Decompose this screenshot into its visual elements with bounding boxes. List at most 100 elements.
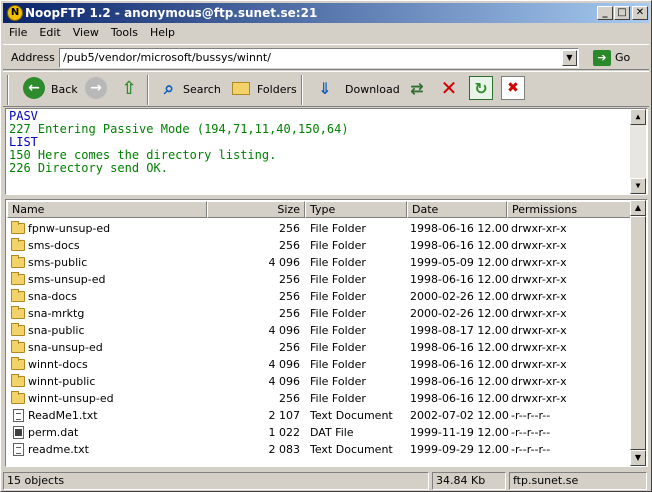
column-header-size[interactable]: Size bbox=[207, 201, 305, 218]
file-row[interactable]: sna-unsup-ed 256 File Folder 1998-06-16 12.… bbox=[7, 339, 631, 356]
file-row[interactable]: winnt-public 4 096 File Folder 1998-06-16 1… bbox=[7, 373, 631, 390]
file-date: 2002-07-02 12.00 bbox=[410, 409, 509, 422]
search-button[interactable]: Search bbox=[183, 76, 221, 104]
app-icon[interactable]: N bbox=[7, 5, 23, 21]
file-name: fpnw-unsup-ed bbox=[28, 222, 111, 235]
forward-arrow-icon[interactable]: → bbox=[85, 77, 107, 99]
list-scrollbar[interactable]: ▲ ▼ bbox=[630, 200, 646, 466]
folder-icon bbox=[11, 391, 25, 404]
file-size: 4 096 bbox=[268, 375, 301, 388]
file-permissions: drwxr-xr-x bbox=[511, 392, 567, 405]
file-permissions: drwxr-xr-x bbox=[511, 290, 567, 303]
column-header-type[interactable]: Type bbox=[305, 201, 407, 218]
folders-icon[interactable] bbox=[229, 76, 253, 100]
address-input[interactable]: /pub5/vendor/microsoft/bussys/winnt/ ▼ bbox=[59, 48, 579, 68]
file-name: sms-unsup-ed bbox=[28, 273, 106, 286]
back-button[interactable]: Back bbox=[51, 76, 78, 104]
file-name: sms-docs bbox=[28, 239, 80, 252]
file-permissions: drwxr-xr-x bbox=[511, 358, 567, 371]
download-button[interactable]: Download bbox=[345, 76, 400, 104]
folder-icon bbox=[11, 306, 25, 319]
file-row[interactable]: sna-mrktg 256 File Folder 2000-02-26 12.00 d… bbox=[7, 305, 631, 322]
file-row[interactable]: fpnw-unsup-ed 256 File Folder 1998-06-16 12… bbox=[7, 220, 631, 237]
delete-icon[interactable]: ✕ bbox=[437, 76, 461, 100]
menu-file[interactable]: File bbox=[3, 24, 33, 41]
menu-tools[interactable]: Tools bbox=[105, 24, 144, 41]
up-folder-icon[interactable]: ⇧ bbox=[117, 76, 141, 100]
file-type: File Folder bbox=[310, 307, 366, 320]
download-icon[interactable]: ⇓ bbox=[313, 76, 337, 100]
file-size: 256 bbox=[279, 290, 300, 303]
address-dropdown-icon[interactable]: ▼ bbox=[562, 50, 577, 66]
folder-icon bbox=[11, 221, 25, 234]
file-type: File Folder bbox=[310, 375, 366, 388]
file-type: File Folder bbox=[310, 290, 366, 303]
scroll-up-icon[interactable]: ▲ bbox=[630, 109, 646, 125]
file-size: 256 bbox=[279, 239, 300, 252]
refresh-icon[interactable]: ↻ bbox=[469, 76, 493, 100]
file-date: 1998-06-16 12.00 bbox=[410, 239, 509, 252]
title-bar[interactable]: N NoopFTP 1.2 - anonymous@ftp.sunet.se:2… bbox=[3, 3, 649, 23]
file-permissions: -r--r--r-- bbox=[511, 443, 551, 456]
sync-transfer-icon[interactable]: ⇄ bbox=[405, 76, 429, 100]
file-row[interactable]: perm.dat 1 022 DAT File 1999-11-19 12.00 -r-… bbox=[7, 424, 631, 441]
toolbar-separator bbox=[147, 75, 149, 105]
file-type: File Folder bbox=[310, 222, 366, 235]
file-row[interactable]: sms-public 4 096 File Folder 1999-05-09 12.… bbox=[7, 254, 631, 271]
file-permissions: drwxr-xr-x bbox=[511, 222, 567, 235]
menu-view[interactable]: View bbox=[67, 24, 105, 41]
file-permissions: drwxr-xr-x bbox=[511, 341, 567, 354]
file-permissions: drwxr-xr-x bbox=[511, 239, 567, 252]
log-scrollbar[interactable]: ▲ ▼ bbox=[630, 109, 646, 194]
folder-icon bbox=[11, 357, 25, 370]
scroll-down-icon[interactable]: ▼ bbox=[630, 178, 646, 194]
scroll-up-icon[interactable]: ▲ bbox=[630, 200, 646, 216]
scroll-thumb[interactable] bbox=[630, 216, 646, 450]
minimize-button[interactable]: _ bbox=[597, 6, 613, 20]
text-file-icon bbox=[13, 443, 24, 456]
file-date: 1999-09-29 12.00 bbox=[410, 443, 509, 456]
file-name: sna-mrktg bbox=[28, 307, 85, 320]
cancel-icon[interactable]: ✖ bbox=[501, 76, 525, 100]
column-header-name[interactable]: Name bbox=[7, 201, 207, 218]
address-value: /pub5/vendor/microsoft/bussys/winnt/ bbox=[63, 51, 271, 64]
file-permissions: -r--r--r-- bbox=[511, 426, 551, 439]
file-row[interactable]: sna-docs 256 File Folder 2000-02-26 12.00 dr… bbox=[7, 288, 631, 305]
scroll-down-icon[interactable]: ▼ bbox=[630, 450, 646, 466]
file-row[interactable]: winnt-docs 4 096 File Folder 1998-06-16 12.… bbox=[7, 356, 631, 373]
status-host: ftp.sunet.se bbox=[509, 472, 647, 490]
main-window: N NoopFTP 1.2 - anonymous@ftp.sunet.se:2… bbox=[0, 0, 652, 492]
file-size: 2 107 bbox=[268, 409, 301, 422]
file-date: 1998-06-16 12.00 bbox=[410, 392, 509, 405]
menu-help[interactable]: Help bbox=[144, 24, 181, 41]
file-list[interactable]: Name Size Type Date Permissions fpnw-uns… bbox=[5, 199, 648, 467]
file-row[interactable]: sna-public 4 096 File Folder 1998-08-17 12.… bbox=[7, 322, 631, 339]
command-log[interactable]: PASV 227 Entering Passive Mode (194,71,1… bbox=[5, 108, 648, 195]
maximize-button[interactable]: □ bbox=[614, 6, 630, 20]
go-button[interactable]: ➔ Go bbox=[591, 49, 645, 67]
toolbar-grip bbox=[7, 75, 9, 105]
column-header-date[interactable]: Date bbox=[407, 201, 507, 218]
file-name: readme.txt bbox=[28, 443, 89, 456]
file-row[interactable]: readme.txt 2 083 Text Document 1999-09-29 1… bbox=[7, 441, 631, 458]
folder-icon bbox=[11, 323, 25, 336]
file-row[interactable]: ReadMe1.txt 2 107 Text Document 2002-07-02 … bbox=[7, 407, 631, 424]
file-type: File Folder bbox=[310, 324, 366, 337]
address-label: Address bbox=[11, 51, 55, 64]
file-row[interactable]: sms-docs 256 File Folder 1998-06-16 12.00 dr… bbox=[7, 237, 631, 254]
column-header-permissions[interactable]: Permissions bbox=[507, 201, 631, 218]
close-button[interactable]: ✕ bbox=[632, 6, 648, 20]
search-icon[interactable]: ⌕ bbox=[157, 76, 181, 100]
menu-edit[interactable]: Edit bbox=[33, 24, 66, 41]
address-bar: Address /pub5/vendor/microsoft/bussys/wi… bbox=[3, 44, 649, 70]
file-type: Text Document bbox=[310, 443, 393, 456]
file-type: Text Document bbox=[310, 409, 393, 422]
file-permissions: drwxr-xr-x bbox=[511, 375, 567, 388]
file-row[interactable]: winnt-unsup-ed 256 File Folder 1998-06-16 1… bbox=[7, 390, 631, 407]
file-name: sna-docs bbox=[28, 290, 77, 303]
file-size: 256 bbox=[279, 307, 300, 320]
folders-button[interactable]: Folders bbox=[257, 76, 297, 104]
file-row[interactable]: sms-unsup-ed 256 File Folder 1998-06-16 12.… bbox=[7, 271, 631, 288]
dat-file-icon bbox=[13, 426, 24, 439]
back-arrow-icon[interactable]: ← bbox=[23, 77, 45, 99]
